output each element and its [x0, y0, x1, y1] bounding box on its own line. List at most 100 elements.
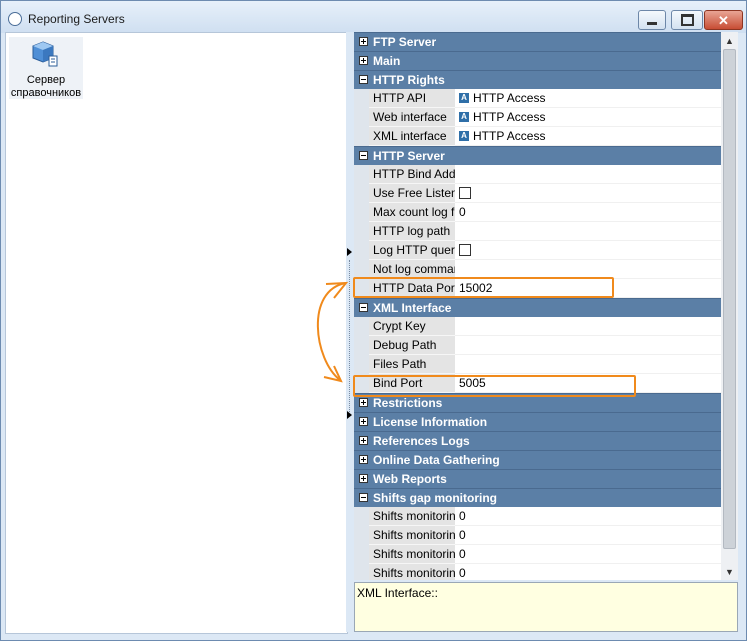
- property-value-cell[interactable]: [455, 222, 721, 241]
- collapse-arrow-icon[interactable]: [347, 411, 352, 419]
- maximize-button[interactable]: [671, 10, 703, 30]
- category-label: HTTP Server: [373, 149, 445, 163]
- property-name-cell[interactable]: Shifts monitoring: [369, 564, 455, 580]
- row-margin: [354, 203, 369, 222]
- property-name-cell[interactable]: HTTP log path: [369, 222, 455, 241]
- property-value-cell[interactable]: [455, 336, 721, 355]
- expand-icon[interactable]: [359, 436, 368, 445]
- server-item[interactable]: Сервер справочников: [9, 37, 83, 99]
- vertical-scrollbar[interactable]: ▲ ▼: [721, 32, 738, 580]
- collapse-icon[interactable]: [359, 493, 368, 502]
- minimize-button[interactable]: [638, 10, 666, 30]
- property-name-cell[interactable]: Log HTTP query: [369, 241, 455, 260]
- property-name: Shifts monitoring: [373, 566, 455, 580]
- category-row[interactable]: Restrictions: [354, 393, 721, 412]
- property-row[interactable]: Use Free Listen P: [354, 184, 721, 203]
- property-value-cell[interactable]: [455, 260, 721, 279]
- title-bar[interactable]: Reporting Servers ✕: [1, 1, 746, 33]
- close-button[interactable]: ✕: [704, 10, 743, 30]
- checkbox[interactable]: [459, 187, 471, 199]
- property-name-cell[interactable]: Files Path: [369, 355, 455, 374]
- collapse-arrow-icon[interactable]: [347, 248, 352, 256]
- row-margin: [354, 165, 369, 184]
- property-name-cell[interactable]: HTTP Data Port: [369, 279, 455, 298]
- server-list-panel[interactable]: Сервер справочников: [5, 32, 348, 634]
- property-row[interactable]: HTTP API A HTTP Access: [354, 89, 721, 108]
- property-value-cell[interactable]: A HTTP Access: [455, 127, 721, 146]
- row-margin: [354, 260, 369, 279]
- property-row[interactable]: HTTP Bind Addre: [354, 165, 721, 184]
- category-row[interactable]: FTP Server: [354, 32, 721, 51]
- property-value-cell[interactable]: 0: [455, 526, 721, 545]
- property-name-cell[interactable]: Shifts monitoring: [369, 507, 455, 526]
- collapse-icon[interactable]: [359, 151, 368, 160]
- category-row[interactable]: Online Data Gathering: [354, 450, 721, 469]
- scroll-up-button[interactable]: ▲: [721, 32, 738, 49]
- property-value-cell[interactable]: 0: [455, 203, 721, 222]
- expand-icon[interactable]: [359, 37, 368, 46]
- property-value-cell[interactable]: [455, 184, 721, 203]
- property-name-cell[interactable]: Crypt Key: [369, 317, 455, 336]
- property-row[interactable]: XML interface A HTTP Access: [354, 127, 721, 146]
- property-value-cell[interactable]: [455, 317, 721, 336]
- property-name-cell[interactable]: Bind Port: [369, 374, 455, 393]
- collapse-icon[interactable]: [359, 303, 368, 312]
- category-row[interactable]: Main: [354, 51, 721, 70]
- property-value-cell[interactable]: A HTTP Access: [455, 89, 721, 108]
- scroll-thumb[interactable]: [723, 49, 736, 549]
- category-row[interactable]: References Logs: [354, 431, 721, 450]
- category-row[interactable]: Web Reports: [354, 469, 721, 488]
- property-value-cell[interactable]: 0: [455, 507, 721, 526]
- property-value-cell[interactable]: 0: [455, 545, 721, 564]
- category-row[interactable]: License Information: [354, 412, 721, 431]
- expand-icon[interactable]: [359, 56, 368, 65]
- property-name-cell[interactable]: XML interface: [369, 127, 455, 146]
- property-grid[interactable]: FTP Server Main HTTP Rights HTTP API A HTTP A…: [354, 32, 721, 580]
- expand-icon[interactable]: [359, 417, 368, 426]
- property-value-cell[interactable]: 5005: [455, 374, 721, 393]
- property-value-cell[interactable]: [455, 355, 721, 374]
- property-name-cell[interactable]: Shifts monitoring: [369, 526, 455, 545]
- property-row[interactable]: Web interface A HTTP Access: [354, 108, 721, 127]
- property-row[interactable]: Shifts monitoring 0: [354, 545, 721, 564]
- property-value-cell[interactable]: A HTTP Access: [455, 108, 721, 127]
- description-panel: XML Interface::: [354, 582, 738, 632]
- property-name-cell[interactable]: HTTP Bind Addre: [369, 165, 455, 184]
- panel-splitter[interactable]: [346, 32, 354, 632]
- property-name-cell[interactable]: Web interface: [369, 108, 455, 127]
- scroll-down-button[interactable]: ▼: [721, 563, 738, 580]
- property-name-cell[interactable]: HTTP API: [369, 89, 455, 108]
- property-row[interactable]: Shifts monitoring 0: [354, 507, 721, 526]
- category-row[interactable]: HTTP Rights: [354, 70, 721, 89]
- property-row[interactable]: Max count log file 0: [354, 203, 721, 222]
- property-name-cell[interactable]: Not log comman: [369, 260, 455, 279]
- property-row[interactable]: Log HTTP query: [354, 241, 721, 260]
- property-value-cell[interactable]: 15002: [455, 279, 721, 298]
- expand-icon[interactable]: [359, 474, 368, 483]
- checkbox[interactable]: [459, 244, 471, 256]
- property-value-cell[interactable]: 0: [455, 564, 721, 580]
- property-value-cell[interactable]: [455, 241, 721, 260]
- property-name-cell[interactable]: Max count log file: [369, 203, 455, 222]
- property-row[interactable]: Not log comman: [354, 260, 721, 279]
- property-row[interactable]: Debug Path: [354, 336, 721, 355]
- collapse-icon[interactable]: [359, 75, 368, 84]
- property-row[interactable]: Shifts monitoring 0: [354, 526, 721, 545]
- expand-icon[interactable]: [359, 455, 368, 464]
- category-row[interactable]: HTTP Server: [354, 146, 721, 165]
- expand-icon[interactable]: [359, 398, 368, 407]
- property-row[interactable]: HTTP log path: [354, 222, 721, 241]
- property-row[interactable]: HTTP Data Port 15002: [354, 279, 721, 298]
- property-value-cell[interactable]: [455, 165, 721, 184]
- property-name-cell[interactable]: Debug Path: [369, 336, 455, 355]
- property-name: XML interface: [373, 129, 447, 143]
- category-row[interactable]: XML Interface: [354, 298, 721, 317]
- category-label: Shifts gap monitoring: [373, 491, 497, 505]
- property-row[interactable]: Files Path: [354, 355, 721, 374]
- property-row[interactable]: Crypt Key: [354, 317, 721, 336]
- category-row[interactable]: Shifts gap monitoring: [354, 488, 721, 507]
- property-row[interactable]: Bind Port 5005: [354, 374, 721, 393]
- property-row[interactable]: Shifts monitoring 0: [354, 564, 721, 580]
- property-name-cell[interactable]: Use Free Listen P: [369, 184, 455, 203]
- property-name-cell[interactable]: Shifts monitoring: [369, 545, 455, 564]
